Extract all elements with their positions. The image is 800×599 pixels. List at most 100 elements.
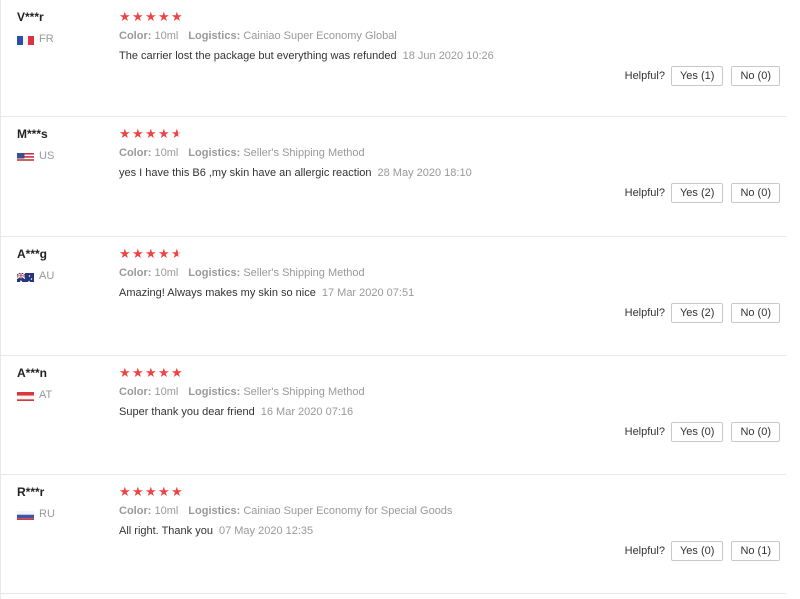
- helpful-no-button[interactable]: No (0): [731, 183, 780, 203]
- review-text: The carrier lost the package but everyth…: [119, 50, 397, 62]
- review-item: M***s US ★ ★ ★ ★ ★ Color: 10ml Logistics: Seller…: [0, 117, 786, 237]
- star-icon: ★: [171, 484, 183, 499]
- reviewer: A***g AU: [17, 247, 107, 282]
- star-icon: ★: [158, 9, 170, 24]
- color-value: 10ml: [154, 147, 179, 159]
- logistics-value: Seller's Shipping Method: [243, 386, 365, 398]
- star-icon: ★: [119, 246, 131, 261]
- reviewer-name: A***g: [17, 247, 48, 261]
- country-code: FR: [39, 33, 54, 45]
- color-label: Color:: [119, 505, 152, 517]
- color-label: Color:: [119, 30, 152, 42]
- review-text-line: Super thank you dear friend 16 Mar 2020 0…: [119, 405, 786, 419]
- reviewer-country: AU: [17, 270, 107, 282]
- logistics-label: Logistics:: [188, 386, 241, 398]
- review-text-line: Amazing! Always makes my skin so nice 17 …: [119, 286, 786, 300]
- helpful-label: Helpful?: [624, 426, 665, 438]
- star-icon: ★: [119, 9, 131, 24]
- logistics-label: Logistics:: [188, 505, 241, 517]
- reviewer-country: US: [17, 150, 107, 162]
- reviewer-country: AT: [17, 389, 107, 401]
- review-text-line: The carrier lost the package but everyth…: [119, 49, 786, 63]
- color-value: 10ml: [154, 386, 179, 398]
- star-icon: ★: [171, 126, 183, 141]
- color-value: 10ml: [154, 267, 179, 279]
- star-icon: ★: [158, 126, 170, 141]
- helpful-no-button[interactable]: No (0): [731, 422, 780, 442]
- review-content: ★ ★ ★ ★ ★ Color: 10ml Logistics: Seller's Ship…: [119, 366, 786, 419]
- helpful-yes-button[interactable]: Yes (1): [670, 66, 724, 86]
- review-text-line: All right. Thank you 07 May 2020 12:35: [119, 524, 786, 538]
- reviewer: R***r RU: [17, 485, 107, 520]
- logistics-value: Cainiao Super Economy for Special Goods: [243, 505, 453, 517]
- star-icon: ★: [171, 246, 183, 261]
- logistics-value: Cainiao Super Economy Global: [243, 30, 397, 42]
- review-content: ★ ★ ★ ★ ★ Color: 10ml Logistics: Cainiao Super…: [119, 485, 786, 538]
- reviewer-name: M***s: [17, 127, 48, 141]
- star-icon: ★: [119, 484, 131, 499]
- helpful-no-button[interactable]: No (1): [731, 541, 780, 561]
- star-icon: ★: [171, 365, 183, 380]
- review-content: ★ ★ ★ ★ ★ Color: 10ml Logistics: Seller's Ship…: [119, 127, 786, 180]
- star-icon: ★: [158, 484, 170, 499]
- country-flag-icon: [17, 509, 34, 520]
- star-icon: ★: [171, 9, 183, 24]
- review-text-line: yes I have this B6 ,my skin have an alle…: [119, 166, 786, 180]
- star-rating: ★ ★ ★ ★ ★: [119, 485, 786, 499]
- color-label: Color:: [119, 267, 152, 279]
- helpful-yes-button[interactable]: Yes (2): [670, 303, 724, 323]
- helpful-controls: Helpful? Yes (0) No (0): [625, 422, 780, 442]
- logistics-value: Seller's Shipping Method: [243, 147, 365, 159]
- review-content: ★ ★ ★ ★ ★ Color: 10ml Logistics: Seller's Ship…: [119, 247, 786, 300]
- star-icon: ★: [145, 365, 157, 380]
- country-code: US: [39, 150, 55, 162]
- star-icon: ★: [132, 246, 144, 261]
- helpful-no-button[interactable]: No (0): [731, 303, 780, 323]
- reviewer-country: FR: [17, 33, 107, 45]
- review-item: V***r FR ★ ★ ★ ★ ★ Color: 10ml Logistics: Cainia…: [0, 0, 786, 117]
- logistics-label: Logistics:: [188, 147, 241, 159]
- review-attributes: Color: 10ml Logistics: Cainiao Super Econ…: [119, 504, 786, 518]
- review-attributes: Color: 10ml Logistics: Cainiao Super Econ…: [119, 29, 786, 43]
- country-code: RU: [39, 508, 55, 520]
- helpful-yes-button[interactable]: Yes (2): [670, 183, 724, 203]
- color-value: 10ml: [154, 30, 179, 42]
- star-icon: ★: [158, 246, 170, 261]
- country-flag-icon: [17, 151, 34, 162]
- star-icon: ★: [132, 365, 144, 380]
- star-icon: ★: [145, 126, 157, 141]
- star-icon: ★: [145, 484, 157, 499]
- helpful-label: Helpful?: [624, 70, 665, 82]
- star-rating: ★ ★ ★ ★ ★: [119, 247, 786, 261]
- review-item: R***r RU ★ ★ ★ ★ ★ Color: 10ml Logistics: Cainia…: [0, 475, 786, 594]
- helpful-controls: Helpful? Yes (2) No (0): [625, 303, 780, 323]
- country-flag-icon: [17, 271, 34, 282]
- helpful-label: Helpful?: [624, 187, 665, 199]
- star-rating: ★ ★ ★ ★ ★: [119, 127, 786, 141]
- review-date: 17 Mar 2020 07:51: [321, 287, 415, 299]
- star-rating: ★ ★ ★ ★ ★: [119, 366, 786, 380]
- helpful-yes-button[interactable]: Yes (0): [670, 422, 724, 442]
- reviews-page: V***r FR ★ ★ ★ ★ ★ Color: 10ml Logistics: Cainia…: [0, 0, 800, 599]
- review-date: 07 May 2020 12:35: [218, 525, 314, 537]
- helpful-label: Helpful?: [624, 307, 665, 319]
- country-flag-icon: [17, 34, 34, 45]
- reviewer-country: RU: [17, 508, 107, 520]
- helpful-controls: Helpful? Yes (2) No (0): [625, 183, 780, 203]
- star-icon: ★: [119, 365, 131, 380]
- helpful-no-button[interactable]: No (0): [731, 66, 780, 86]
- reviewer: A***n AT: [17, 366, 107, 401]
- review-date: 16 Mar 2020 07:16: [260, 406, 354, 418]
- color-label: Color:: [119, 386, 152, 398]
- star-icon: ★: [145, 246, 157, 261]
- review-text: All right. Thank you: [119, 525, 213, 537]
- star-icon: ★: [119, 126, 131, 141]
- star-icon: ★: [132, 484, 144, 499]
- reviewer-name: A***n: [17, 366, 48, 380]
- helpful-controls: Helpful? Yes (1) No (0): [625, 66, 780, 86]
- country-code: AU: [39, 270, 55, 282]
- helpful-controls: Helpful? Yes (0) No (1): [625, 541, 780, 561]
- helpful-yes-button[interactable]: Yes (0): [670, 541, 724, 561]
- review-date: 28 May 2020 18:10: [377, 167, 472, 179]
- review-date: 18 Jun 2020 10:26: [402, 50, 494, 62]
